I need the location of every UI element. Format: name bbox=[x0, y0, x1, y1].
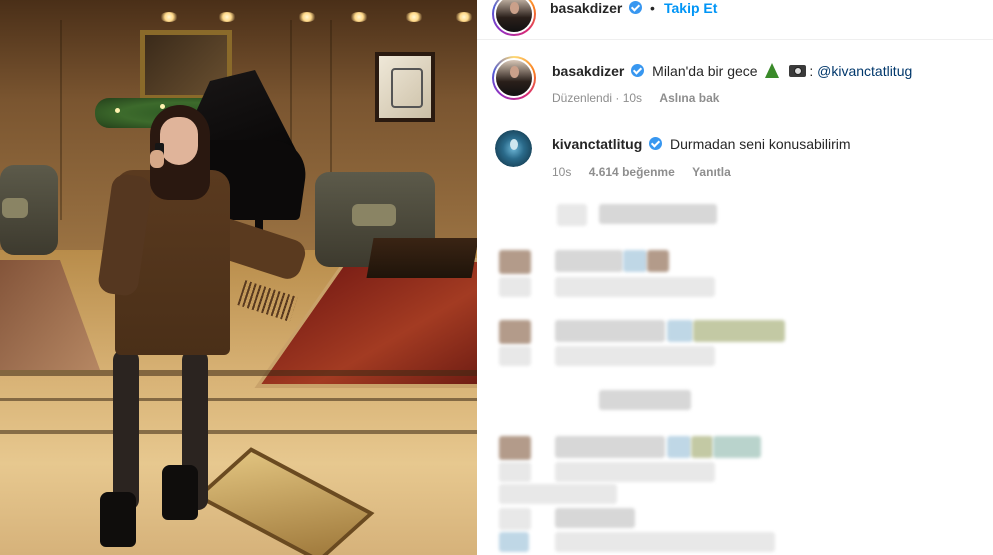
blurred-avatar bbox=[499, 277, 531, 297]
blurred-comment bbox=[555, 277, 715, 297]
wall-panel bbox=[60, 20, 62, 220]
coffee-table bbox=[366, 238, 477, 278]
blurred-comment bbox=[557, 204, 587, 226]
follow-button[interactable]: Takip Et bbox=[664, 0, 717, 16]
christmas-tree-icon bbox=[765, 63, 780, 78]
post-header: basakdizer • Takip Et bbox=[477, 0, 993, 40]
blurred-comment bbox=[667, 320, 693, 342]
avatar[interactable] bbox=[492, 0, 536, 36]
post-photo[interactable] bbox=[0, 0, 477, 555]
blurred-comment bbox=[555, 346, 715, 366]
post-side-panel: basakdizer • Takip Et basakdizer Milan'd… bbox=[477, 0, 993, 555]
blurred-avatar bbox=[499, 250, 531, 274]
blurred-comment bbox=[555, 462, 715, 482]
blurred-avatar bbox=[499, 532, 529, 552]
floor-stripe bbox=[0, 398, 477, 401]
comment-likes[interactable]: 4.614 beğenme bbox=[589, 165, 675, 179]
see-original-link[interactable]: Aslına bak bbox=[659, 91, 719, 105]
comment-meta: 10s 4.614 beğenme Yanıtla bbox=[552, 165, 745, 179]
ceiling-light bbox=[298, 12, 316, 22]
blurred-comment bbox=[499, 484, 617, 504]
blurred-comment bbox=[555, 320, 665, 342]
avatar-image bbox=[494, 58, 534, 98]
garland-light bbox=[115, 108, 120, 113]
avatar-image bbox=[495, 130, 532, 167]
blurred-comment bbox=[555, 532, 775, 552]
ceiling-light bbox=[218, 12, 236, 22]
blurred-avatar bbox=[499, 346, 531, 366]
avatar-image bbox=[494, 0, 534, 34]
cushion bbox=[352, 204, 396, 226]
blurred-comment bbox=[667, 436, 691, 458]
comment-text: Durmadan seni konusabilirim bbox=[670, 136, 851, 152]
separator-dot: • bbox=[650, 0, 655, 16]
avatar[interactable] bbox=[495, 130, 532, 167]
boot bbox=[162, 465, 198, 520]
cushion bbox=[2, 198, 28, 218]
caption-meta: Düzenlendi · 10s Aslına bak bbox=[552, 91, 733, 105]
caption-mention[interactable]: @kivanctatlitug bbox=[817, 63, 912, 79]
floor-stripe bbox=[0, 430, 477, 434]
woman-face bbox=[160, 117, 198, 165]
verified-badge-icon bbox=[629, 1, 642, 14]
wall-painting bbox=[375, 52, 435, 122]
woman-hand bbox=[150, 150, 164, 168]
boot bbox=[100, 492, 136, 547]
ceiling-light bbox=[455, 12, 473, 22]
blurred-avatar bbox=[499, 462, 531, 482]
blurred-comment bbox=[647, 250, 669, 272]
caption-text: Milan'da bir gece bbox=[652, 63, 758, 79]
reply-button[interactable]: Yanıtla bbox=[692, 165, 731, 179]
verified-badge-icon bbox=[631, 64, 645, 77]
blurred-comment bbox=[555, 508, 635, 528]
blurred-avatar bbox=[499, 508, 531, 530]
blurred-comment bbox=[693, 320, 785, 342]
caption-username[interactable]: basakdizer bbox=[552, 63, 624, 79]
blurred-comment bbox=[599, 204, 717, 224]
comment: kivanctatlitug Durmadan seni konusabilir… bbox=[552, 136, 851, 152]
edited-time: Düzenlendi · 10s bbox=[552, 91, 643, 105]
blurred-comment bbox=[599, 390, 691, 410]
camera-icon bbox=[789, 65, 807, 77]
header-username[interactable]: basakdizer bbox=[550, 0, 622, 16]
blurred-comment bbox=[555, 436, 665, 458]
blurred-avatar bbox=[499, 436, 531, 460]
blurred-comment bbox=[713, 436, 761, 458]
comment-username[interactable]: kivanctatlitug bbox=[552, 136, 642, 152]
blurred-avatar bbox=[499, 320, 531, 344]
avatar[interactable] bbox=[492, 56, 536, 100]
ceiling-light bbox=[350, 12, 368, 22]
ceiling-light bbox=[160, 12, 178, 22]
verified-badge-icon bbox=[649, 137, 663, 150]
post-caption: basakdizer Milan'da bir gece : @kivancta… bbox=[552, 63, 913, 79]
comment-time: 10s bbox=[552, 165, 572, 179]
ceiling-light bbox=[405, 12, 423, 22]
blurred-comment bbox=[555, 250, 623, 272]
blurred-comment bbox=[623, 250, 647, 272]
floor-stripe bbox=[0, 370, 477, 376]
woman-leg bbox=[113, 350, 139, 510]
blurred-comment bbox=[691, 436, 713, 458]
